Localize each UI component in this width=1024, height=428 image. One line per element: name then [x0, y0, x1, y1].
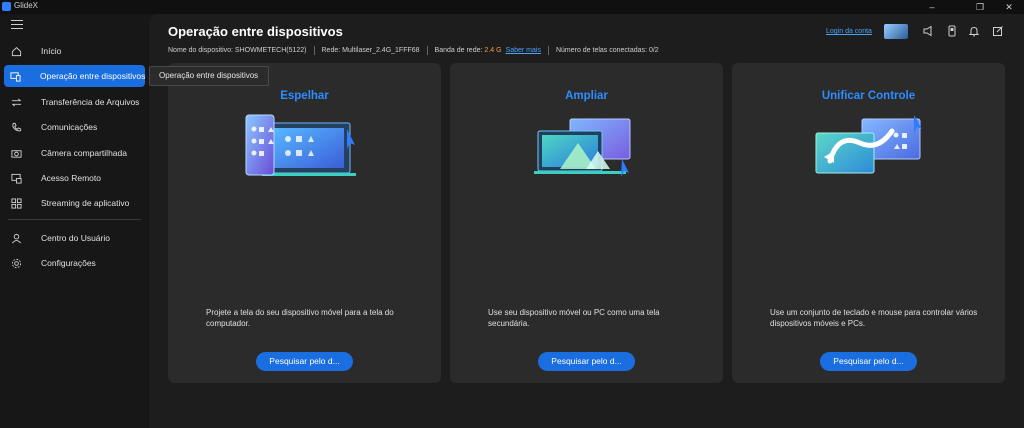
- sidebar-divider: [8, 219, 141, 220]
- sidebar-item-label: Operação entre dispositivos: [40, 71, 146, 81]
- sidebar-item-label: Acesso Remoto: [41, 173, 101, 183]
- feedback-icon[interactable]: [921, 24, 935, 38]
- sidebar-item-label: Comunicações: [41, 122, 98, 132]
- learn-more-link[interactable]: Saber mais: [506, 47, 541, 54]
- network-name: Rede: Multilaser_2.4G_1FFF68: [321, 47, 420, 54]
- sidebar-item-shared-camera[interactable]: Câmera compartilhada: [4, 142, 145, 164]
- sidebar-item-communications[interactable]: Comunicações: [4, 116, 145, 138]
- home-icon: [10, 45, 22, 57]
- sidebar-item-label: Câmera compartilhada: [41, 148, 127, 158]
- search-device-button[interactable]: Pesquisar pelo d...: [820, 352, 917, 371]
- sidebar-item-home[interactable]: Início: [4, 40, 145, 62]
- edit-icon[interactable]: [991, 24, 1005, 38]
- transfer-icon: [10, 96, 22, 108]
- bandwidth-value: 2.4 G: [484, 47, 502, 54]
- device-thumbnail[interactable]: [884, 24, 908, 39]
- card-description: Projete a tela do seu dispositivo móvel …: [206, 308, 394, 328]
- sidebar-item-cross-device[interactable]: Operação entre dispositivos: [4, 65, 145, 87]
- card-unify-control: Unificar Controle Use um conjunto de tec…: [732, 63, 1005, 383]
- device-info-bar: Nome do dispositivo: SHOWMETECH(5122) Re…: [168, 46, 659, 55]
- sidebar-item-file-transfer[interactable]: Transferência de Arquivos: [4, 91, 145, 113]
- card-title: Unificar Controle: [821, 90, 916, 102]
- login-link[interactable]: Login da conta: [826, 28, 872, 35]
- card-description: Use um conjunto de teclado e mouse para …: [770, 308, 978, 328]
- remote-access-icon: [10, 172, 22, 184]
- sidebar-item-label: Início: [41, 46, 62, 56]
- phone-icon: [10, 121, 22, 133]
- unify-control-illustration-icon: [808, 113, 928, 181]
- restore-button[interactable]: ❐: [965, 0, 995, 14]
- main-panel: Operação entre dispositivos Nome do disp…: [149, 14, 1024, 428]
- minimize-button[interactable]: –: [917, 0, 947, 14]
- phone-device-icon[interactable]: [945, 24, 959, 38]
- info-separator: [313, 46, 315, 55]
- sidebar-item-label: Centro do Usuário: [41, 233, 110, 243]
- sidebar-item-settings[interactable]: Configurações: [4, 252, 145, 274]
- card-extend: Ampliar Use seu dispositivo móvel ou PC …: [450, 63, 723, 383]
- info-separator: [547, 46, 549, 55]
- mirror-illustration-icon: [244, 113, 364, 181]
- app-grid-icon: [10, 197, 22, 209]
- close-button[interactable]: ✕: [994, 0, 1024, 14]
- page-title: Operação entre dispositivos: [168, 24, 343, 39]
- search-device-button[interactable]: Pesquisar pelo d...: [538, 352, 635, 371]
- title-bar: GlideX – ❐ ✕: [0, 0, 1024, 14]
- card-mirror: Espelhar Projete a tela do seu dispositi…: [168, 63, 441, 383]
- sidebar-item-user-center[interactable]: Centro do Usuário: [4, 227, 145, 249]
- sidebar-item-label: Transferência de Arquivos: [41, 97, 140, 107]
- gear-icon: [10, 257, 22, 269]
- info-separator: [426, 46, 428, 55]
- bandwidth-label: Banda de rede:: [434, 47, 483, 54]
- user-icon: [10, 232, 22, 244]
- app-title: GlideX: [14, 1, 39, 10]
- sidebar-item-remote-access[interactable]: Acesso Remoto: [4, 167, 145, 189]
- device-name: Nome do dispositivo: SHOWMETECH(5122): [168, 47, 307, 54]
- card-description: Use seu dispositivo móvel ou PC como uma…: [488, 308, 660, 328]
- app-logo: [2, 2, 11, 11]
- search-device-button[interactable]: Pesquisar pelo d...: [256, 352, 353, 371]
- sidebar-item-label: Streaming de aplicativo: [41, 198, 130, 208]
- connected-screens: Número de telas conectadas: 0/2: [555, 47, 659, 54]
- sidebar-item-label: Configurações: [41, 258, 96, 268]
- cross-device-icon: [10, 70, 21, 82]
- extend-illustration-icon: [526, 113, 646, 181]
- card-title: Espelhar: [280, 90, 329, 102]
- nav-tooltip: Operação entre dispositivos: [149, 66, 269, 86]
- menu-icon[interactable]: [11, 20, 23, 30]
- sidebar-item-app-streaming[interactable]: Streaming de aplicativo: [4, 192, 145, 214]
- sidebar: Início Operação entre dispositivos Trans…: [0, 14, 149, 428]
- bell-icon[interactable]: [967, 24, 981, 38]
- card-title: Ampliar: [565, 90, 608, 102]
- camera-icon: [10, 147, 22, 159]
